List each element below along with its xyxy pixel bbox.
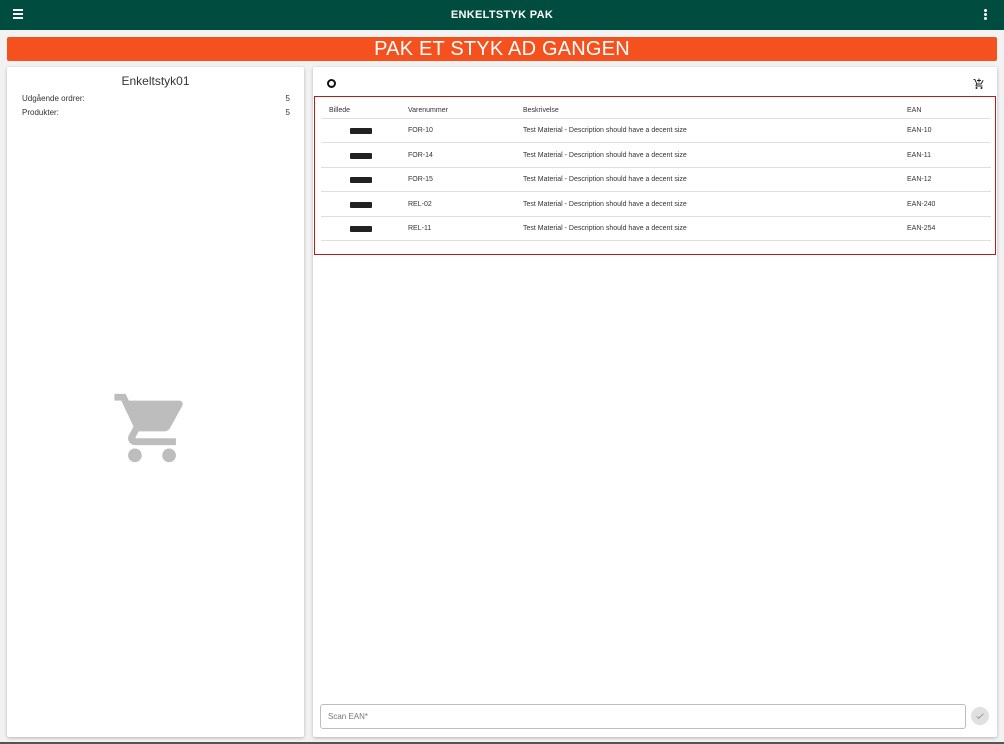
app-title: ENKELTSTYK PAK — [450, 9, 554, 21]
instruction-banner: PAK ET STYK AD GANGEN — [7, 37, 997, 61]
station-name: Enkeltstyk01 — [121, 74, 190, 88]
table-row[interactable]: FOR-14 Test Material - Description shoul… — [321, 144, 991, 168]
table-row[interactable]: FOR-10 Test Material - Description shoul… — [321, 119, 991, 143]
column-header-sku[interactable]: Varenummer — [408, 103, 448, 118]
product-description: Test Material - Description should have … — [523, 201, 687, 208]
product-image — [350, 226, 372, 232]
check-icon — [976, 713, 984, 719]
column-header-description[interactable]: Beskrivelse — [523, 103, 559, 118]
product-image — [350, 177, 372, 183]
table-row[interactable]: REL-02 Test Material - Description shoul… — [321, 193, 991, 217]
product-description: Test Material - Description should have … — [523, 127, 687, 134]
product-sku: FOR-10 — [408, 127, 433, 134]
stat-label: Produkter: — [22, 108, 59, 117]
stat-label: Udgående ordrer: — [22, 94, 85, 103]
confirm-button[interactable] — [971, 707, 989, 725]
product-description: Test Material - Description should have … — [523, 176, 687, 183]
table-header: Billede Varenummer Beskrivelse EAN — [321, 103, 991, 119]
app-header: ENKELTSTYK PAK — [0, 0, 1004, 30]
stat-value: 5 — [285, 108, 290, 117]
column-header-ean[interactable]: EAN — [907, 103, 921, 118]
product-description: Test Material - Description should have … — [523, 152, 687, 159]
product-ean: EAN-254 — [907, 225, 936, 232]
column-header-image[interactable]: Billede — [329, 103, 350, 118]
product-sku: REL-11 — [408, 225, 432, 232]
stat-products: Produkter: 5 — [22, 108, 290, 117]
table-row[interactable]: FOR-15 Test Material - Description shoul… — [321, 168, 991, 192]
product-ean: EAN-10 — [907, 127, 932, 134]
product-sku: REL-02 — [408, 201, 432, 208]
stat-outgoing-orders: Udgående ordrer: 5 — [22, 94, 290, 103]
station-panel: Enkeltstyk01 Udgående ordrer: 5 Produkte… — [7, 67, 304, 737]
packing-panel: Billede Varenummer Beskrivelse EAN FOR-1… — [313, 67, 997, 737]
product-sku: FOR-14 — [408, 152, 433, 159]
product-ean: EAN-11 — [907, 152, 931, 159]
product-image — [350, 202, 372, 208]
shopping-cart-icon — [114, 393, 183, 463]
products-table: Billede Varenummer Beskrivelse EAN FOR-1… — [314, 96, 996, 255]
scan-ean-input[interactable] — [320, 704, 966, 729]
product-ean: EAN-240 — [907, 201, 936, 208]
menu-icon[interactable] — [12, 9, 24, 21]
table-row[interactable]: REL-11 Test Material - Description shoul… — [321, 217, 991, 241]
product-description: Test Material - Description should have … — [523, 225, 687, 232]
stat-value: 5 — [285, 94, 290, 103]
circle-icon[interactable] — [327, 79, 336, 88]
product-image — [350, 153, 372, 159]
product-sku: FOR-15 — [408, 176, 433, 183]
product-image — [350, 128, 372, 134]
more-vert-icon[interactable] — [984, 9, 988, 21]
add-shopping-cart-icon[interactable] — [973, 78, 985, 90]
product-ean: EAN-12 — [907, 176, 932, 183]
